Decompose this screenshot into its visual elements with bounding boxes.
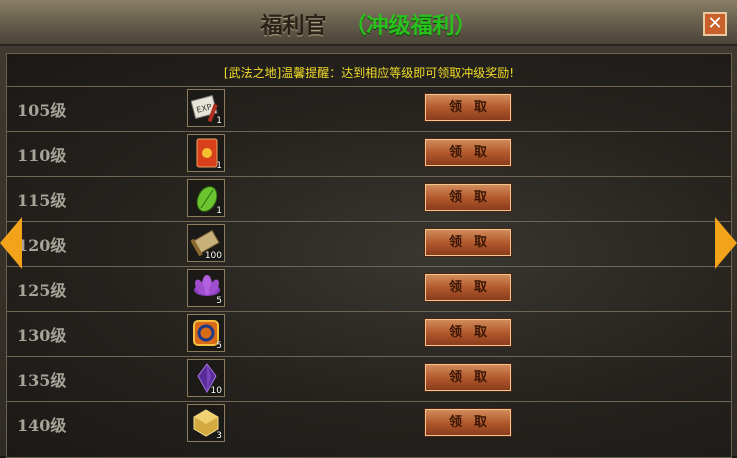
reward-row: 140级 3 领取 [7, 401, 731, 444]
claim-button[interactable]: 领取 [424, 93, 512, 122]
reward-panel: [武法之地]温馨提醒：达到相应等级即可领取冲级奖励! 105级 EXP 1 领取… [6, 53, 732, 458]
claim-button[interactable]: 领取 [424, 318, 512, 347]
reward-row: 115级 1 领取 [7, 176, 731, 219]
level-label: 130级 [17, 326, 67, 345]
next-page-arrow-icon[interactable] [715, 217, 737, 269]
claim-button[interactable]: 领取 [424, 363, 512, 392]
level-label: 105级 [17, 101, 67, 120]
item-count: 10 [210, 386, 222, 396]
reward-row: 110级 1 领取 [7, 131, 731, 174]
item-slot[interactable]: 1 [187, 179, 225, 217]
claim-button[interactable]: 领取 [424, 138, 512, 167]
item-slot[interactable]: 100 [187, 224, 225, 262]
level-label: 125级 [17, 281, 67, 300]
reward-row: 125级 5 领取 [7, 266, 731, 309]
level-label: 115级 [17, 191, 67, 210]
title-main: 福利官 [260, 13, 327, 39]
item-count: 1 [216, 161, 222, 171]
item-slot[interactable]: 3 [187, 404, 225, 442]
level-label: 110级 [17, 146, 67, 165]
item-count: 100 [204, 251, 222, 261]
item-slot[interactable]: 10 [187, 359, 225, 397]
claim-button[interactable]: 领取 [424, 183, 512, 212]
title-sub: （冲级福利） [344, 13, 477, 39]
item-count: 3 [216, 431, 222, 441]
item-slot[interactable]: 5 [187, 314, 225, 352]
level-label: 140级 [17, 416, 67, 435]
title-bar: 福利官 （冲级福利） ✕ [0, 0, 737, 46]
prev-page-arrow-icon[interactable] [0, 217, 22, 269]
claim-button[interactable]: 领取 [424, 408, 512, 437]
claim-button[interactable]: 领取 [424, 228, 512, 257]
item-count: 1 [216, 116, 222, 126]
claim-button[interactable]: 领取 [424, 273, 512, 302]
item-count: 5 [216, 341, 222, 351]
item-count: 1 [216, 206, 222, 216]
item-count: 5 [216, 296, 222, 306]
reward-row: 120级 100 领取 [7, 221, 731, 264]
item-slot[interactable]: 5 [187, 269, 225, 307]
item-slot[interactable]: 1 [187, 134, 225, 172]
welfare-window: 福利官 （冲级福利） ✕ [武法之地]温馨提醒：达到相应等级即可领取冲级奖励! 1… [0, 0, 737, 458]
item-slot[interactable]: EXP 1 [187, 89, 225, 127]
close-button[interactable]: ✕ [703, 12, 727, 36]
level-label: 135级 [17, 371, 67, 390]
reward-row: 105级 EXP 1 领取 [7, 86, 731, 129]
window-title: 福利官 （冲级福利） [0, 8, 737, 40]
reward-row: 130级 5 领取 [7, 311, 731, 354]
notice-text: [武法之地]温馨提醒：达到相应等级即可领取冲级奖励! [223, 66, 515, 80]
reward-row: 135级 10 领取 [7, 356, 731, 399]
level-label: 120级 [17, 236, 67, 255]
